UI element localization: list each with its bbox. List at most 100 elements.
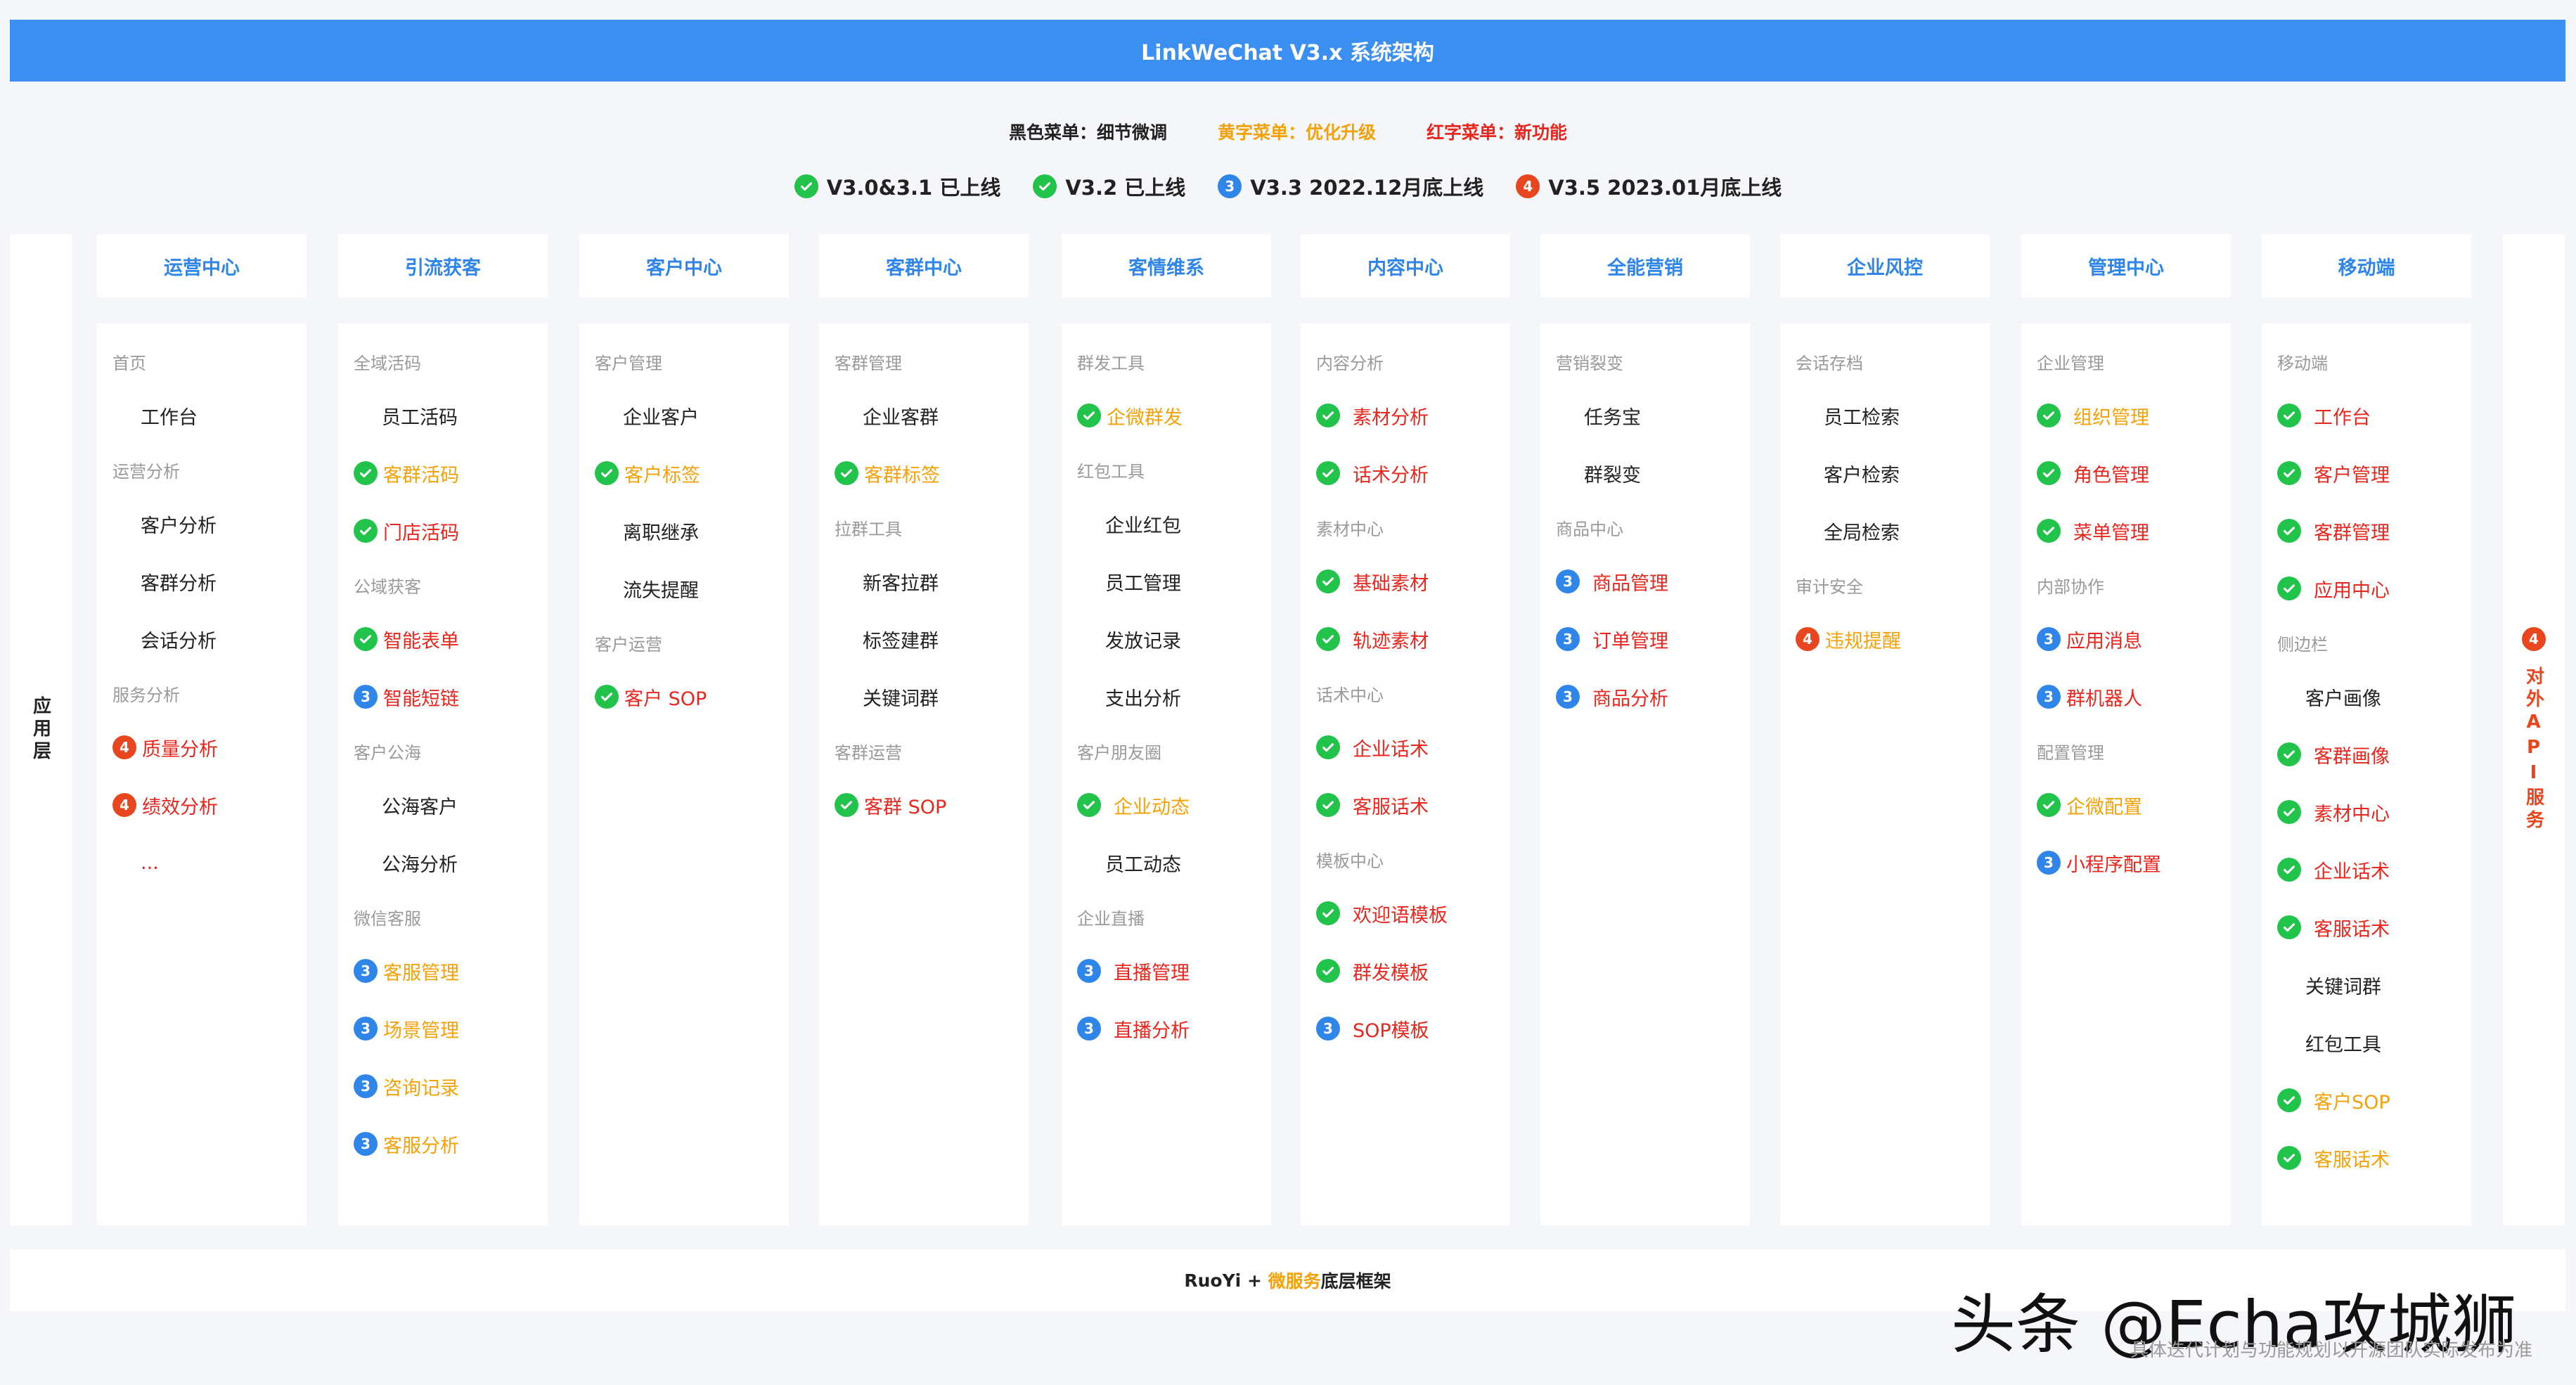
menu-item-label: 小程序配置 <box>2066 853 2161 876</box>
check-badge-icon <box>2277 915 2301 939</box>
version-3-badge-icon: 3 <box>354 1132 378 1156</box>
menu-item-label: 员工动态 <box>1105 853 1181 876</box>
menu-item-label: 客户画像 <box>2305 688 2381 710</box>
menu-item-label: 关键词群 <box>863 688 939 710</box>
menu-section-label: 话术中心 <box>1316 685 1384 705</box>
module-menu: 会话存档 员工检索 客户检索 全局检索 审计安全 4 违规提醒 <box>1780 323 1990 1225</box>
menu-section-label: 群发工具 <box>1077 353 1145 373</box>
menu-item-label: 会话分析 <box>141 630 217 652</box>
menu-item-label: 话术分析 <box>1353 464 1429 487</box>
menu-item-label: 智能表单 <box>383 630 459 652</box>
menu-item: 角色管理 <box>2021 444 2231 502</box>
menu-item: 员工检索 <box>1780 387 1990 444</box>
check-badge-icon <box>2277 1146 2301 1170</box>
menu-section-label: 服务分析 <box>112 685 180 705</box>
menu-section-label: 首页 <box>112 353 146 373</box>
diagram-title: LinkWeChat V3.x 系统架构 <box>10 20 2565 82</box>
menu-item: 客群管理 <box>2262 502 2471 560</box>
menu-item-label: 客群管理 <box>2314 522 2390 544</box>
menu-item: 基础素材 <box>1301 553 1510 610</box>
menu-item: 员工管理 <box>1062 553 1271 610</box>
menu-item: 客户检索 <box>1780 444 1990 502</box>
menu-item: 群裂变 <box>1540 444 1750 502</box>
menu-item-label: 应用中心 <box>2314 579 2390 602</box>
menu-section-label: 全域活码 <box>354 353 421 373</box>
version-3-badge-icon: 3 <box>2037 685 2061 709</box>
menu-item: 企微群发 <box>1062 387 1271 444</box>
menu-item: 3 商品分析 <box>1540 668 1750 726</box>
menu-item-label: 群发模板 <box>1353 962 1429 984</box>
application-layer-label-box: 应用层 <box>10 234 72 1225</box>
menu-item: 群发模板 <box>1301 942 1510 1000</box>
menu-item-label: 智能短链 <box>383 688 459 710</box>
status-item: V3.2 已上线 <box>1033 167 1185 205</box>
menu-section-label: 审计安全 <box>1796 576 1863 597</box>
menu-item: 应用中心 <box>2262 560 2471 617</box>
menu-item: 3 小程序配置 <box>2021 834 2231 891</box>
version-3-badge-icon: 3 <box>1556 569 1580 593</box>
menu-section-label: 企业管理 <box>2037 353 2104 373</box>
menu-item-label: 场景管理 <box>383 1019 459 1042</box>
menu-item: 客群标签 <box>819 444 1029 502</box>
menu-item: 3 应用消息 <box>2021 610 2231 668</box>
check-badge-icon <box>1316 404 1340 427</box>
menu-item-label: 企微群发 <box>1107 406 1183 429</box>
menu-item-label: 客户标签 <box>624 464 700 487</box>
menu-item: 4 违规提醒 <box>1780 610 1990 668</box>
module-menu: 首页 工作台 运营分析 客户分析 客群分析 会话分析 服务分析 4 质量分析 4 绩效分析... <box>97 323 307 1225</box>
menu-item: 3 咨询记录 <box>338 1057 548 1115</box>
menu-item: 3 直播分析 <box>1062 1000 1271 1057</box>
menu-section-label: 素材中心 <box>1316 519 1384 539</box>
check-badge-icon <box>2037 461 2061 485</box>
menu-item-label: 欢迎语模板 <box>1353 904 1448 927</box>
version-4-badge-icon: 4 <box>1516 174 1540 198</box>
menu-item-label: 企业动态 <box>1114 796 1190 818</box>
menu-item-label: 轨迹素材 <box>1353 630 1429 652</box>
menu-item: 任务宝 <box>1540 387 1750 444</box>
external-api-label: 对外API服务 <box>2523 666 2544 832</box>
status-item: V3.0&3.1 已上线 <box>794 167 1001 205</box>
menu-section-label: 内部协作 <box>2037 576 2104 597</box>
version-3-badge-icon: 3 <box>354 685 378 709</box>
check-badge-icon <box>2277 519 2301 543</box>
menu-item: 员工活码 <box>338 387 548 444</box>
menu-item: ... <box>97 834 307 891</box>
menu-section-label: 侧边栏 <box>2277 634 2328 655</box>
menu-item-label: 客服管理 <box>383 962 459 984</box>
menu-item-label: 群裂变 <box>1584 464 1641 487</box>
menu-item-label: 客群标签 <box>864 464 940 487</box>
menu-item-label: 工作台 <box>141 406 198 429</box>
version-4-badge-icon: 4 <box>1796 627 1820 651</box>
menu-item: 关键词群 <box>819 668 1029 726</box>
menu-item: 客服话术 <box>2262 1129 2471 1187</box>
menu-item-label: 群机器人 <box>2066 688 2142 710</box>
menu-item: 3 客服分析 <box>338 1115 548 1173</box>
check-badge-icon <box>2277 858 2301 882</box>
menu-item-label: 红包工具 <box>2305 1033 2381 1056</box>
menu-item: 素材中心 <box>2262 783 2471 841</box>
menu-item: 离职继承 <box>579 502 789 560</box>
module-title: 管理中心 <box>2021 234 2231 297</box>
module-title: 客户中心 <box>579 234 789 297</box>
menu-item: 3 智能短链 <box>338 668 548 726</box>
menu-item-label: 客户SOP <box>2314 1091 2390 1114</box>
check-badge-icon <box>1033 174 1057 198</box>
menu-item: 客群画像 <box>2262 726 2471 783</box>
status-text: V3.0&3.1 已上线 <box>826 176 1001 200</box>
menu-item-label: 客户 SOP <box>624 688 707 710</box>
menu-item: 流失提醒 <box>579 560 789 617</box>
check-badge-icon <box>595 685 619 709</box>
version-3-badge-icon: 3 <box>2037 627 2061 651</box>
menu-item: 企业客群 <box>819 387 1029 444</box>
menu-item: 3 直播管理 <box>1062 942 1271 1000</box>
menu-item: 企业动态 <box>1062 776 1271 834</box>
module-column: 运营中心 首页 工作台 运营分析 客户分析 客群分析 会话分析 服务分析 4 质量分析 4 绩效分析.… <box>97 234 307 1225</box>
check-badge-icon <box>595 461 619 485</box>
menu-item-label: 素材分析 <box>1353 406 1429 429</box>
module-column: 引流获客 全域活码 员工活码 客群活码 门店活码 公域获客 智能表单 3 智能短链 客户公海 公海客… <box>338 234 548 1225</box>
module-menu: 企业管理 组织管理 角色管理 菜单管理 内部协作 3 应用消息 3 群机器人 配置管理 企微配置 3 小… <box>2021 323 2231 1225</box>
version-3-badge-icon: 3 <box>354 959 378 983</box>
menu-item: 企业客户 <box>579 387 789 444</box>
module-title: 引流获客 <box>338 234 548 297</box>
menu-item: 3 场景管理 <box>338 1000 548 1057</box>
